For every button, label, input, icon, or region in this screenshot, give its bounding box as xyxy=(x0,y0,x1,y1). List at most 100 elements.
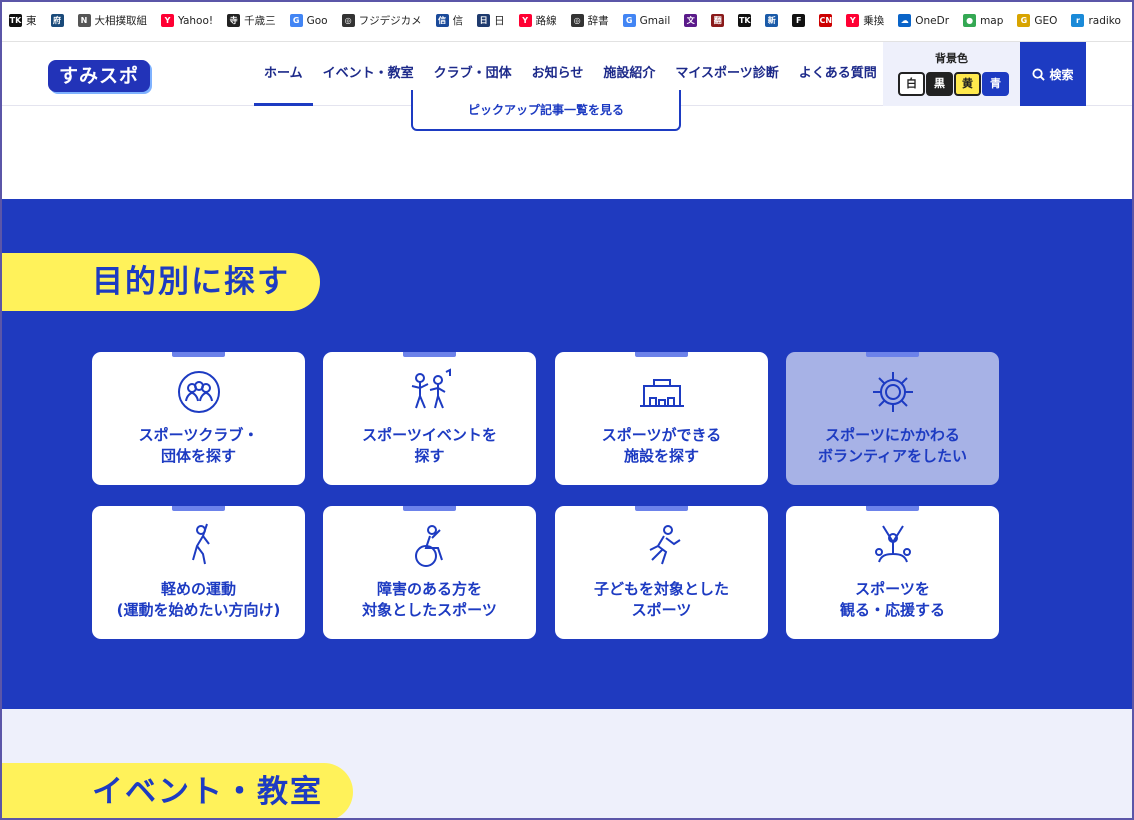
bookmark-item[interactable]: Y 乗換 xyxy=(839,0,891,41)
events-title: イベント・教室 xyxy=(0,763,353,820)
bookmark-item[interactable]: Y 路線 xyxy=(512,0,564,41)
bookmark-item[interactable]: N 大相撲取組 xyxy=(71,0,155,41)
bookmark-item[interactable]: G Goo xyxy=(283,0,335,41)
bookmark-item[interactable]: 寺千歳三 xyxy=(220,0,283,41)
runner-icon xyxy=(649,525,681,565)
purpose-card[interactable]: スポーツイベントを 探す xyxy=(323,352,536,485)
google-icon: G xyxy=(622,14,636,27)
card-label: 軽めの運動 (運動を始めたい方向け) xyxy=(116,580,281,619)
group-icon xyxy=(178,371,220,413)
bookmark-item[interactable]: r radiko xyxy=(1064,0,1127,41)
bookmark-label: Gmail xyxy=(639,14,671,27)
bookmark-item[interactable]: ● map xyxy=(956,0,1010,41)
sumo-icon: 府 xyxy=(50,14,64,27)
bookmark-item[interactable]: ☁ OneDr xyxy=(891,0,956,41)
card-tab xyxy=(866,506,919,511)
bookmark-item[interactable]: ◆黒 xyxy=(1128,0,1134,41)
bg-blue-button[interactable]: 青 xyxy=(982,72,1009,96)
geo-icon: G xyxy=(1017,14,1031,27)
card-tab xyxy=(172,506,225,511)
bookmark-label: フジデジカメ xyxy=(358,15,422,27)
pickup-list-button[interactable]: ピックアップ記事一覧を見る xyxy=(411,90,681,131)
purpose-card[interactable]: スポーツができる 施設を探す xyxy=(555,352,768,485)
network-icon xyxy=(873,372,913,412)
n-icon: N xyxy=(77,14,91,27)
nav-events[interactable]: イベント・教室 xyxy=(313,42,424,106)
purpose-card[interactable]: スポーツを 観る・応援する xyxy=(786,506,999,639)
bg-yellow-button[interactable]: 黄 xyxy=(954,72,981,96)
bookmark-item[interactable]: Y Yahoo! xyxy=(154,0,220,41)
events-section: イベント・教室 xyxy=(0,709,1134,820)
purpose-section: 目的別に探す スポーツクラブ・ 団体を探す スポーツイベントを 探す スポーツができ… xyxy=(0,199,1134,709)
bookmark-item[interactable]: TK 東 xyxy=(2,0,44,41)
bookmark-item[interactable]: TK xyxy=(731,0,758,41)
bookmark-label: radiko xyxy=(1088,14,1121,27)
site-logo[interactable]: すみスポ xyxy=(48,60,150,92)
stretch-icon xyxy=(192,523,210,565)
bookmark-item[interactable]: ◎ フジデジカメ xyxy=(335,0,429,41)
card-tab xyxy=(635,352,688,357)
search-icon xyxy=(1032,67,1046,81)
nav-home[interactable]: ホーム xyxy=(254,42,313,106)
yahoo-icon: Y xyxy=(161,14,174,27)
bookmark-label: 東 xyxy=(26,15,37,27)
bookmark-item[interactable]: 府 xyxy=(44,0,71,41)
building-icon xyxy=(640,379,684,407)
bookmark-item[interactable]: 翻 xyxy=(704,0,731,41)
google-icon: G xyxy=(289,14,303,27)
yahoo-icon: Y xyxy=(518,14,532,27)
purpose-card[interactable]: スポーツにかかわる ボランティアをしたい xyxy=(786,352,999,485)
nav-diagnosis[interactable]: マイスポーツ診断 xyxy=(665,42,788,106)
card-label: 障害のある方を 対象としたスポーツ xyxy=(362,580,497,619)
bookmark-item[interactable]: 文 xyxy=(677,0,704,41)
paper-icon: 日 xyxy=(477,14,491,27)
card-label: スポーツイベントを 探す xyxy=(362,426,497,465)
card-label: スポーツができる 施設を探す xyxy=(601,426,722,465)
card-label: スポーツを 観る・応援する xyxy=(839,580,945,619)
bg-black-button[interactable]: 黒 xyxy=(926,72,953,96)
tk-icon: TK xyxy=(9,14,22,27)
tv-icon: 文 xyxy=(684,14,698,27)
cheer-icon xyxy=(875,525,911,563)
bookmark-label: 大相撲取組 xyxy=(94,15,148,27)
card-tab xyxy=(403,352,456,357)
dancers-icon xyxy=(411,368,451,409)
bookmark-item[interactable]: G GEO xyxy=(1010,0,1064,41)
crest-icon: 寺 xyxy=(227,14,241,27)
bookmarks-bar: TK 東府 N 大相撲取組 Y Yahoo! 寺千歳三 G Goo ◎ フジデジカメ信信日日 Y 路線 ◎… xyxy=(0,0,1134,42)
bg-white-button[interactable]: 白 xyxy=(898,72,925,96)
card-tab xyxy=(403,506,456,511)
bookmark-label: OneDr xyxy=(915,14,950,27)
bookmark-label: Goo xyxy=(306,14,328,27)
bookmark-label: 辞書 xyxy=(587,15,609,27)
cnn-icon: CN xyxy=(819,14,833,27)
bookmark-label: 信 xyxy=(452,15,464,27)
bookmark-item[interactable]: CN xyxy=(812,0,839,41)
card-tab xyxy=(635,506,688,511)
nav-faq[interactable]: よくある質問 xyxy=(789,42,887,106)
bookmark-label: 日 xyxy=(494,15,505,27)
bookmark-item[interactable]: G Gmail xyxy=(616,0,678,41)
card-tab xyxy=(866,352,919,357)
bookmark-item[interactable]: 信信 xyxy=(429,0,471,41)
bookmark-label: GEO xyxy=(1034,14,1058,27)
purpose-card[interactable]: 子どもを対象とした スポーツ xyxy=(555,506,768,639)
bookmark-item[interactable]: 新 xyxy=(758,0,785,41)
card-label: スポーツクラブ・ 団体を探す xyxy=(138,426,259,465)
bookmark-item[interactable]: ◎ 辞書 xyxy=(564,0,616,41)
bookmark-item[interactable]: F xyxy=(785,0,812,41)
kanji-icon: 翻 xyxy=(711,14,725,27)
purpose-card[interactable]: スポーツクラブ・ 団体を探す xyxy=(92,352,305,485)
tk-icon: TK xyxy=(738,14,752,27)
purpose-card[interactable]: 障害のある方を 対象としたスポーツ xyxy=(323,506,536,639)
map-pin-icon: ● xyxy=(963,14,977,27)
card-label: スポーツにかかわる ボランティアをしたい xyxy=(817,426,968,465)
background-color-label: 背景色 xyxy=(935,52,968,65)
search-button[interactable]: 検索 xyxy=(1020,42,1086,106)
bookmark-item[interactable]: 日日 xyxy=(470,0,512,41)
bookmark-label: Yahoo! xyxy=(178,14,214,27)
card-tab xyxy=(172,352,225,357)
radiko-icon: r xyxy=(1071,14,1085,27)
bookmark-label: map xyxy=(980,14,1004,27)
purpose-card[interactable]: 軽めの運動 (運動を始めたい方向け) xyxy=(92,506,305,639)
